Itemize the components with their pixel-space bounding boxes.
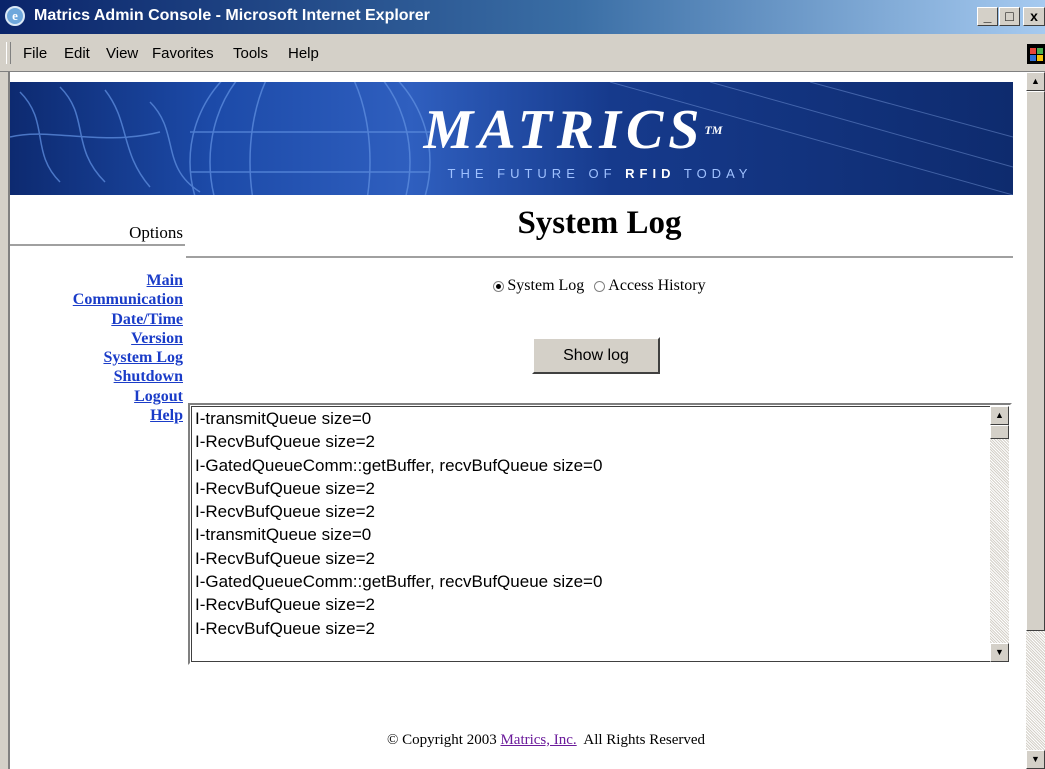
radio-label-system-log: System Log [507, 277, 585, 294]
log-scroll-down-button[interactable]: ▼ [990, 643, 1009, 662]
log-line: I-RecvBufQueue size=2 [195, 595, 376, 615]
trademark-mark: TM [704, 123, 723, 137]
company-link[interactable]: Matrics, Inc. [500, 732, 576, 748]
page-scroll-down-button[interactable]: ▼ [1026, 750, 1045, 769]
options-heading: Options [129, 223, 183, 242]
radio-label-access-history: Access History [608, 277, 706, 294]
toolbar-grip[interactable] [6, 42, 11, 64]
log-line: I-transmitQueue size=0 [195, 409, 372, 428]
sidebar-divider [10, 244, 185, 246]
sidebar-nav: Main Communication Date/Time Version Sys… [10, 271, 183, 425]
nav-link-help[interactable]: Help [10, 406, 183, 425]
log-scroll-up-button[interactable]: ▲ [990, 406, 1009, 425]
nav-link-system-log[interactable]: System Log [10, 348, 183, 367]
banner-tagline: THE FUTURE OF RFID TODAY [447, 166, 753, 181]
page-title: System Log [517, 205, 682, 241]
log-line: I-GatedQueueComm::getBuffer, recvBufQueu… [195, 455, 603, 475]
show-log-button[interactable]: Show log [532, 337, 660, 374]
menu-edit[interactable]: Edit [64, 45, 90, 62]
radio-system-log[interactable] [493, 280, 505, 292]
nav-link-shutdown[interactable]: Shutdown [10, 367, 183, 386]
page-scroll-thumb[interactable] [1026, 91, 1045, 631]
minimize-button[interactable]: _ [977, 7, 998, 26]
close-button[interactable]: x [1023, 7, 1045, 26]
matrics-logo: MATRICSTM [423, 99, 723, 161]
copyright-footer: © Copyright 2003 Matrics, Inc. All Right… [386, 732, 706, 748]
log-line: I-RecvBufQueue size=2 [195, 432, 376, 452]
menu-favorites[interactable]: Favorites [152, 45, 214, 62]
log-content: I-transmitQueue size=0 I-RecvBufQueue siz… [191, 406, 990, 662]
menu-help[interactable]: Help [288, 45, 319, 62]
log-type-selector: System Log Access History [186, 277, 1013, 295]
log-textarea[interactable]: I-transmitQueue size=0 I-RecvBufQueue siz… [188, 403, 1012, 665]
log-scrollbar[interactable]: ▲ ▼ [990, 406, 1009, 662]
log-line: I-GatedQueueComm::getBuffer, recvBufQueu… [195, 572, 603, 592]
nav-link-version[interactable]: Version [10, 329, 183, 348]
windows-logo-icon [1027, 44, 1045, 64]
menu-file[interactable]: File [23, 45, 47, 62]
page-scrollbar[interactable]: ▲ ▼ [1026, 72, 1045, 769]
nav-link-main[interactable]: Main [10, 271, 183, 290]
log-line: I-RecvBufQueue size=2 [195, 548, 376, 568]
window-titlebar: e Matrics Admin Console - Microsoft Inte… [0, 0, 1045, 34]
log-line: I-RecvBufQueue size=2 [195, 502, 376, 522]
menu-bar: File Edit View Favorites Tools Help [0, 34, 1045, 72]
log-line: I-transmitQueue size=0 [195, 525, 372, 545]
page-scroll-up-button[interactable]: ▲ [1026, 72, 1045, 91]
log-scroll-thumb[interactable] [990, 425, 1009, 439]
menu-view[interactable]: View [106, 45, 138, 62]
nav-link-communication[interactable]: Communication [10, 290, 183, 309]
nav-link-logout[interactable]: Logout [10, 387, 183, 406]
radio-access-history[interactable] [594, 280, 606, 292]
window-title: Matrics Admin Console - Microsoft Intern… [34, 7, 430, 24]
menu-tools[interactable]: Tools [233, 45, 268, 62]
maximize-button[interactable]: □ [999, 7, 1020, 26]
matrics-banner: MATRICSTM THE FUTURE OF RFID TODAY [10, 82, 1013, 195]
internet-explorer-icon: e [5, 6, 25, 26]
window-frame-left [0, 72, 10, 769]
log-line: I-RecvBufQueue size=2 [195, 618, 376, 638]
log-line: I-RecvBufQueue size=2 [195, 478, 376, 498]
nav-link-date-time[interactable]: Date/Time [10, 310, 183, 329]
page-content: MATRICSTM THE FUTURE OF RFID TODAY Optio… [10, 72, 1026, 769]
title-divider [186, 256, 1013, 258]
